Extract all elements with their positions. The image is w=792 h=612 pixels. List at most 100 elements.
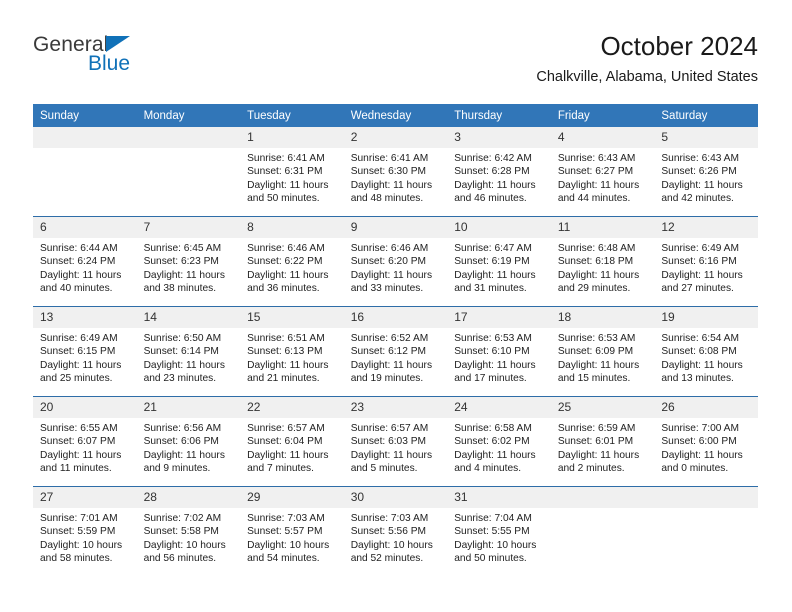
daylight-text-line2: and 0 minutes. — [661, 463, 729, 475]
calendar-day-cell[interactable]: 15 Sunrise: 6:51 AM Sunset: 6:13 PM Dayligh… — [240, 306, 344, 397]
sunrise-text: Sunrise: 6:59 AM — [557, 423, 636, 434]
day-number: 31 — [447, 487, 551, 508]
day-number: 22 — [240, 397, 344, 418]
daylight-text-line1: Daylight: 10 hours — [143, 539, 226, 551]
calendar-day-cell[interactable]: 8 Sunrise: 6:46 AM Sunset: 6:22 PM Daylight… — [240, 216, 344, 307]
calendar-week-row: 6 Sunrise: 6:44 AM Sunset: 6:24 PM Daylight… — [33, 216, 758, 307]
calendar-week-row: 27 Sunrise: 7:01 AM Sunset: 5:59 PM Dayligh… — [33, 486, 758, 576]
day-number: 9 — [343, 217, 448, 238]
calendar-day-cell[interactable]: 10 Sunrise: 6:47 AM Sunset: 6:19 PM Dayligh… — [447, 216, 551, 307]
logo-text-blue: Blue — [88, 52, 131, 75]
day-number: 28 — [136, 487, 241, 508]
calendar-day-cell[interactable]: 12 Sunrise: 6:49 AM Sunset: 6:16 PM Dayligh… — [654, 216, 758, 307]
sunset-text: Sunset: 5:56 PM — [350, 526, 427, 538]
calendar-day-cell[interactable]: 23 Sunrise: 6:57 AM Sunset: 6:03 PM Dayligh… — [343, 396, 448, 487]
day-number: 29 — [240, 487, 344, 508]
day-details: Sunrise: 6:41 AM Sunset: 6:31 PM Daylight:… — [240, 148, 344, 206]
calendar-day-cell[interactable]: 7 Sunrise: 6:45 AM Sunset: 6:23 PM Daylight… — [136, 216, 241, 307]
calendar-day-cell[interactable]: 22 Sunrise: 6:57 AM Sunset: 6:04 PM Dayligh… — [240, 396, 344, 487]
calendar-day-cell[interactable]: 6 Sunrise: 6:44 AM Sunset: 6:24 PM Daylight… — [33, 216, 137, 307]
sunrise-text: Sunrise: 6:55 AM — [40, 423, 118, 434]
sunrise-text: Sunrise: 6:51 AM — [247, 333, 325, 344]
calendar-day-cell[interactable]: 25 Sunrise: 6:59 AM Sunset: 6:01 PM Dayligh… — [550, 396, 655, 487]
calendar-day-cell[interactable]: 29 Sunrise: 7:03 AM Sunset: 5:57 PM Dayligh… — [240, 486, 344, 576]
sunset-text: Sunset: 6:04 PM — [247, 436, 323, 448]
day-number — [654, 487, 758, 508]
day-details: Sunrise: 6:53 AM Sunset: 6:09 PM Daylight:… — [551, 328, 655, 386]
calendar-day-cell[interactable]: 3 Sunrise: 6:42 AM Sunset: 6:28 PM Daylight… — [447, 127, 551, 217]
daylight-text-line2: and 54 minutes. — [247, 553, 320, 565]
daylight-text-line2: and 44 minutes. — [557, 193, 631, 205]
weekday-header-monday: Monday — [136, 104, 241, 127]
calendar-day-cell-empty — [33, 127, 137, 217]
sunrise-text: Sunrise: 6:53 AM — [557, 333, 636, 344]
calendar-page: General Blue October 2024 Chalkville, Al… — [0, 0, 792, 612]
calendar-day-cell[interactable]: 26 Sunrise: 7:00 AM Sunset: 6:00 PM Dayligh… — [654, 396, 758, 487]
day-number: 1 — [240, 127, 344, 148]
day-number: 26 — [654, 397, 758, 418]
daylight-text-line2: and 58 minutes. — [40, 553, 113, 565]
daylight-text-line1: Daylight: 11 hours — [143, 449, 225, 461]
sunset-text: Sunset: 6:27 PM — [557, 166, 634, 178]
sunset-text: Sunset: 6:08 PM — [661, 346, 737, 358]
day-details: Sunrise: 6:56 AM Sunset: 6:06 PM Daylight:… — [137, 418, 241, 476]
calendar-day-cell[interactable]: 31 Sunrise: 7:04 AM Sunset: 5:55 PM Dayligh… — [447, 486, 551, 576]
day-number: 27 — [33, 487, 137, 508]
daylight-text-line2: and 52 minutes. — [350, 553, 424, 565]
day-details: Sunrise: 6:57 AM Sunset: 6:04 PM Daylight:… — [240, 418, 344, 476]
day-details: Sunrise: 6:57 AM Sunset: 6:03 PM Daylight:… — [344, 418, 448, 476]
calendar-day-cell[interactable]: 9 Sunrise: 6:46 AM Sunset: 6:20 PM Daylight… — [343, 216, 448, 307]
calendar-day-cell[interactable]: 24 Sunrise: 6:58 AM Sunset: 6:02 PM Dayligh… — [447, 396, 551, 487]
daylight-text-line2: and 7 minutes. — [247, 463, 314, 475]
daylight-text-line2: and 19 minutes. — [350, 373, 424, 385]
daylight-text-line1: Daylight: 11 hours — [350, 359, 433, 371]
sunset-text: Sunset: 6:26 PM — [661, 166, 737, 178]
daylight-text-line1: Daylight: 11 hours — [247, 359, 329, 371]
calendar-day-cell[interactable]: 1 Sunrise: 6:41 AM Sunset: 6:31 PM Daylight… — [240, 127, 344, 217]
calendar-day-cell[interactable]: 20 Sunrise: 6:55 AM Sunset: 6:07 PM Dayligh… — [33, 396, 137, 487]
daylight-text-line1: Daylight: 11 hours — [143, 359, 225, 371]
day-details: Sunrise: 7:04 AM Sunset: 5:55 PM Daylight:… — [447, 508, 551, 566]
day-details: Sunrise: 6:48 AM Sunset: 6:18 PM Daylight:… — [551, 238, 655, 296]
calendar-day-cell[interactable]: 18 Sunrise: 6:53 AM Sunset: 6:09 PM Dayligh… — [550, 306, 655, 397]
day-details: Sunrise: 6:46 AM Sunset: 6:20 PM Daylight:… — [344, 238, 448, 296]
day-details: Sunrise: 6:49 AM Sunset: 6:15 PM Daylight:… — [33, 328, 137, 386]
sunrise-text: Sunrise: 6:42 AM — [454, 153, 532, 164]
daylight-text-line1: Daylight: 11 hours — [661, 359, 743, 371]
daylight-text-line2: and 36 minutes. — [247, 283, 320, 295]
calendar-day-cell[interactable]: 19 Sunrise: 6:54 AM Sunset: 6:08 PM Dayligh… — [654, 306, 758, 397]
weekday-header-wednesday: Wednesday — [343, 104, 448, 127]
sunset-text: Sunset: 5:58 PM — [143, 526, 219, 538]
day-number — [550, 487, 655, 508]
sunrise-text: Sunrise: 6:47 AM — [454, 243, 532, 254]
daylight-text-line1: Daylight: 11 hours — [350, 449, 433, 461]
sunset-text: Sunset: 6:00 PM — [661, 436, 737, 448]
calendar-day-cell[interactable]: 27 Sunrise: 7:01 AM Sunset: 5:59 PM Dayligh… — [33, 486, 137, 576]
calendar-day-cell[interactable]: 30 Sunrise: 7:03 AM Sunset: 5:56 PM Dayligh… — [343, 486, 448, 576]
calendar-day-cell[interactable]: 5 Sunrise: 6:43 AM Sunset: 6:26 PM Daylight… — [654, 127, 758, 217]
calendar-day-cell[interactable]: 11 Sunrise: 6:48 AM Sunset: 6:18 PM Dayligh… — [550, 216, 655, 307]
sunset-text: Sunset: 6:10 PM — [454, 346, 530, 358]
day-details: Sunrise: 6:43 AM Sunset: 6:27 PM Daylight:… — [551, 148, 655, 206]
calendar-body: 1 Sunrise: 6:41 AM Sunset: 6:31 PM Daylight… — [33, 127, 758, 576]
day-number — [33, 127, 137, 148]
calendar-day-cell[interactable]: 14 Sunrise: 6:50 AM Sunset: 6:14 PM Dayligh… — [136, 306, 241, 397]
calendar-day-cell[interactable]: 16 Sunrise: 6:52 AM Sunset: 6:12 PM Dayligh… — [343, 306, 448, 397]
sunset-text: Sunset: 6:22 PM — [247, 256, 323, 268]
day-details: Sunrise: 6:42 AM Sunset: 6:28 PM Daylight:… — [447, 148, 551, 206]
daylight-text-line2: and 29 minutes. — [557, 283, 631, 295]
sunset-text: Sunset: 6:16 PM — [661, 256, 737, 268]
daylight-text-line1: Daylight: 11 hours — [661, 179, 743, 191]
general-blue-logo[interactable]: General Blue — [33, 34, 253, 90]
calendar-day-cell[interactable]: 4 Sunrise: 6:43 AM Sunset: 6:27 PM Daylight… — [550, 127, 655, 217]
sunset-text: Sunset: 6:02 PM — [454, 436, 530, 448]
calendar-day-cell[interactable]: 13 Sunrise: 6:49 AM Sunset: 6:15 PM Dayligh… — [33, 306, 137, 397]
calendar-day-cell[interactable]: 17 Sunrise: 6:53 AM Sunset: 6:10 PM Dayligh… — [447, 306, 551, 397]
calendar-day-cell[interactable]: 21 Sunrise: 6:56 AM Sunset: 6:06 PM Dayligh… — [136, 396, 241, 487]
sunrise-text: Sunrise: 7:04 AM — [454, 513, 532, 524]
calendar-day-cell[interactable]: 28 Sunrise: 7:02 AM Sunset: 5:58 PM Dayligh… — [136, 486, 241, 576]
sunrise-text: Sunrise: 6:44 AM — [40, 243, 118, 254]
calendar-day-cell[interactable]: 2 Sunrise: 6:41 AM Sunset: 6:30 PM Daylight… — [343, 127, 448, 217]
sunset-text: Sunset: 6:24 PM — [40, 256, 116, 268]
daylight-text-line1: Daylight: 11 hours — [40, 269, 122, 281]
